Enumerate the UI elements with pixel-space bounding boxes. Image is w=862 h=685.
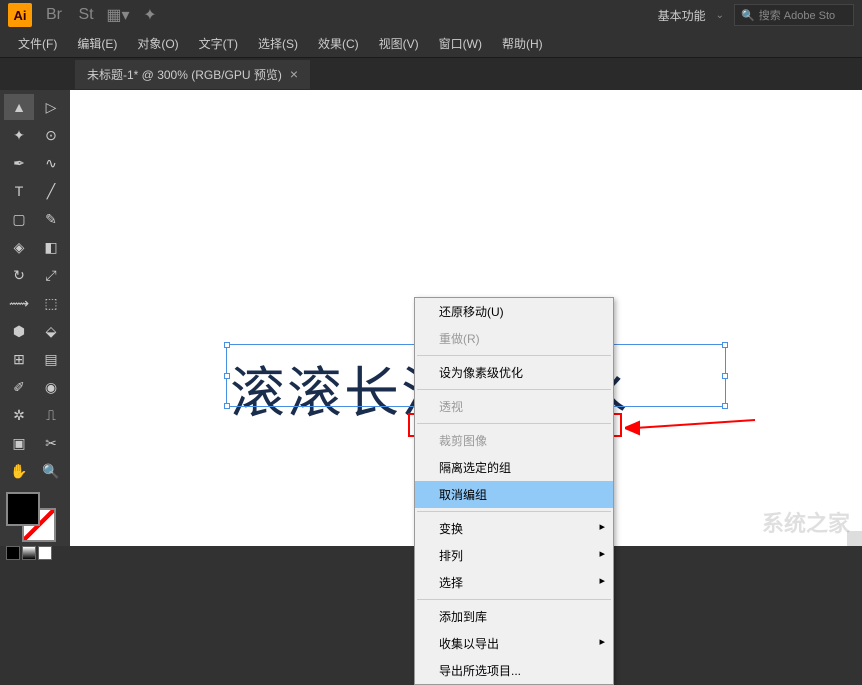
document-tab[interactable]: 未标题-1* @ 300% (RGB/GPU 预览) × — [75, 60, 310, 89]
bridge-icon[interactable]: Br — [44, 5, 64, 25]
fill-stroke-swatch[interactable] — [6, 492, 56, 542]
ctx-arrange[interactable]: 排列 — [415, 542, 613, 569]
context-menu: 还原移动(U) 重做(R) 设为像素级优化 透视 裁剪图像 隔离选定的组 取消编… — [414, 297, 614, 685]
menu-view[interactable]: 视图(V) — [369, 35, 429, 52]
brush-tool[interactable]: ✎ — [36, 206, 66, 232]
eyedropper-tool[interactable]: ✐ — [4, 374, 34, 400]
menu-bar: 文件(F) 编辑(E) 对象(O) 文字(T) 选择(S) 效果(C) 视图(V… — [0, 30, 862, 58]
perspective-tool[interactable]: ⬙ — [36, 318, 66, 344]
mesh-tool[interactable]: ⊞ — [4, 346, 34, 372]
menu-help[interactable]: 帮助(H) — [492, 35, 553, 52]
lasso-tool[interactable]: ⊙ — [36, 122, 66, 148]
ctx-perspective: 透视 — [415, 393, 613, 420]
arrange-icon[interactable]: ▦▾ — [108, 5, 128, 25]
ctx-isolate-group[interactable]: 隔离选定的组 — [415, 454, 613, 481]
magic-wand-tool[interactable]: ✦ — [4, 122, 34, 148]
gpu-icon[interactable]: ✦ — [140, 5, 160, 25]
rotate-tool[interactable]: ↻ — [4, 262, 34, 288]
ctx-separator — [417, 599, 611, 600]
tools-panel: ▲▷ ✦⊙ ✒∿ T╱ ▢✎ ◈◧ ↻⤢ ⟿⬚ ⬢⬙ ⊞▤ ✐◉ ✲⎍ ▣✂ ✋… — [0, 90, 70, 546]
menu-object[interactable]: 对象(O) — [127, 35, 188, 52]
stock-icon[interactable]: St — [76, 5, 96, 25]
line-tool[interactable]: ╱ — [36, 178, 66, 204]
menu-type[interactable]: 文字(T) — [189, 35, 248, 52]
tab-title: 未标题-1* @ 300% (RGB/GPU 预览) — [87, 66, 282, 83]
ctx-separator — [417, 355, 611, 356]
menu-window[interactable]: 窗口(W) — [429, 35, 492, 52]
menu-edit[interactable]: 编辑(E) — [67, 35, 127, 52]
search-placeholder: 搜索 Adobe Sto — [759, 7, 835, 23]
slice-tool[interactable]: ✂ — [36, 430, 66, 456]
search-input[interactable]: 🔍 搜索 Adobe Sto — [734, 4, 854, 26]
ctx-separator — [417, 511, 611, 512]
chevron-down-icon: ⌄ — [716, 10, 724, 21]
artboard-tool[interactable]: ▣ — [4, 430, 34, 456]
ctx-separator — [417, 389, 611, 390]
ai-logo: Ai — [8, 3, 32, 27]
type-tool[interactable]: T — [4, 178, 34, 204]
shaper-tool[interactable]: ◈ — [4, 234, 34, 260]
ctx-add-to-lib[interactable]: 添加到库 — [415, 603, 613, 630]
handle-se[interactable] — [722, 403, 728, 409]
tab-close-icon[interactable]: × — [290, 66, 298, 82]
fill-swatch[interactable] — [6, 492, 40, 526]
ctx-crop-image: 裁剪图像 — [415, 427, 613, 454]
menu-effect[interactable]: 效果(C) — [308, 35, 369, 52]
workspace-switcher[interactable]: 基本功能 — [658, 7, 706, 24]
ctx-transform[interactable]: 变换 — [415, 515, 613, 542]
blend-tool[interactable]: ◉ — [36, 374, 66, 400]
hand-tool[interactable]: ✋ — [4, 458, 34, 484]
pen-tool[interactable]: ✒ — [4, 150, 34, 176]
color-mode-solid[interactable] — [6, 546, 20, 560]
width-tool[interactable]: ⟿ — [4, 290, 34, 316]
zoom-tool[interactable]: 🔍 — [36, 458, 66, 484]
free-transform-tool[interactable]: ⬚ — [36, 290, 66, 316]
direct-selection-tool[interactable]: ▷ — [36, 94, 66, 120]
handle-sw[interactable] — [224, 403, 230, 409]
selection-tool[interactable]: ▲ — [4, 94, 34, 120]
menu-file[interactable]: 文件(F) — [8, 35, 67, 52]
ctx-collect-export[interactable]: 收集以导出 — [415, 630, 613, 657]
handle-nw[interactable] — [224, 342, 230, 348]
handle-ne[interactable] — [722, 342, 728, 348]
color-mode-gradient[interactable] — [22, 546, 36, 560]
shape-builder-tool[interactable]: ⬢ — [4, 318, 34, 344]
ctx-pixel-optimize[interactable]: 设为像素级优化 — [415, 359, 613, 386]
ctx-ungroup[interactable]: 取消编组 — [415, 481, 613, 508]
color-mode-none[interactable] — [38, 546, 52, 560]
scroll-corner — [847, 531, 862, 546]
gradient-tool[interactable]: ▤ — [36, 346, 66, 372]
ctx-redo: 重做(R) — [415, 325, 613, 352]
curvature-tool[interactable]: ∿ — [36, 150, 66, 176]
scale-tool[interactable]: ⤢ — [36, 262, 66, 288]
menu-select[interactable]: 选择(S) — [248, 35, 308, 52]
ctx-export-selection[interactable]: 导出所选项目... — [415, 657, 613, 684]
handle-w[interactable] — [224, 373, 230, 379]
rectangle-tool[interactable]: ▢ — [4, 206, 34, 232]
ctx-undo-move[interactable]: 还原移动(U) — [415, 298, 613, 325]
ctx-select[interactable]: 选择 — [415, 569, 613, 596]
graph-tool[interactable]: ⎍ — [36, 402, 66, 428]
search-icon: 🔍 — [741, 9, 755, 22]
handle-e[interactable] — [722, 373, 728, 379]
ctx-separator — [417, 423, 611, 424]
symbol-sprayer-tool[interactable]: ✲ — [4, 402, 34, 428]
eraser-tool[interactable]: ◧ — [36, 234, 66, 260]
